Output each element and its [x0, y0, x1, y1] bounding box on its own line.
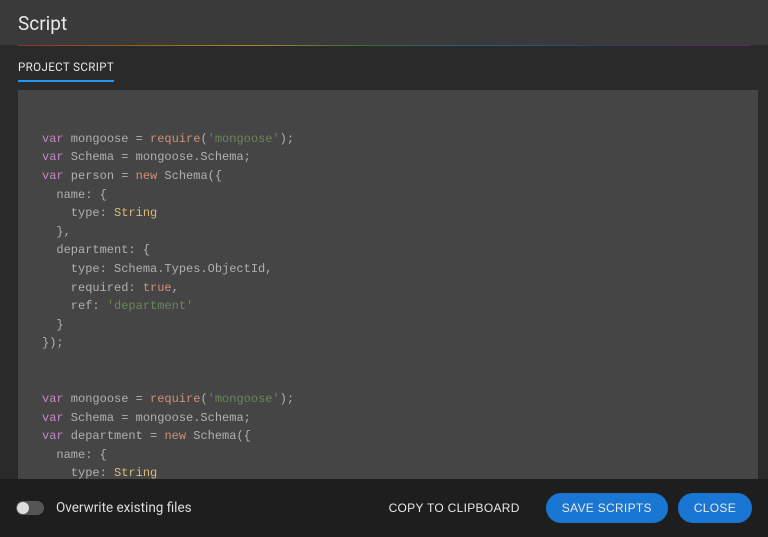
copy-to-clipboard-button[interactable]: COPY TO CLIPBOARD	[373, 493, 536, 523]
code-text: department: {	[42, 243, 150, 257]
close-button[interactable]: CLOSE	[678, 493, 752, 523]
toggle-knob	[17, 502, 29, 514]
dialog-title: Script	[18, 12, 67, 35]
save-scripts-button[interactable]: SAVE SCRIPTS	[546, 493, 668, 523]
code-text: );	[280, 392, 294, 406]
code-text: );	[280, 132, 294, 146]
code-text: });	[42, 336, 64, 350]
code-keyword: var	[42, 132, 64, 146]
editor-container: var mongoose = require('mongoose'); var …	[18, 90, 758, 479]
code-text: person =	[64, 169, 136, 183]
code-editor[interactable]: var mongoose = require('mongoose'); var …	[18, 90, 758, 479]
code-new: new	[136, 169, 158, 183]
overwrite-toggle-label: Overwrite existing files	[56, 500, 192, 516]
code-text: type: Schema.Types.ObjectId,	[42, 262, 272, 276]
code-fn: require	[150, 132, 200, 146]
code-bool: true	[143, 281, 172, 295]
code-keyword: var	[42, 429, 64, 443]
code-keyword: var	[42, 392, 64, 406]
code-text: }	[42, 318, 64, 332]
code-text: },	[42, 225, 71, 239]
code-keyword: var	[42, 169, 64, 183]
code-text: Schema({	[157, 169, 222, 183]
code-text: ,	[172, 281, 179, 295]
code-text: name: {	[42, 188, 107, 202]
tab-bar: PROJECT SCRIPT	[0, 46, 768, 82]
code-text: Schema = mongoose.Schema;	[64, 150, 251, 164]
code-text: mongoose =	[64, 392, 150, 406]
overwrite-toggle[interactable]	[16, 501, 44, 515]
code-keyword: var	[42, 150, 64, 164]
code-text: required:	[42, 281, 143, 295]
code-new: new	[164, 429, 186, 443]
code-text: name: {	[42, 448, 107, 462]
tab-project-script[interactable]: PROJECT SCRIPT	[18, 56, 114, 82]
code-text: (	[200, 392, 207, 406]
code-text: Schema = mongoose.Schema;	[64, 411, 251, 425]
code-keyword: var	[42, 411, 64, 425]
code-text: Schema({	[186, 429, 251, 443]
code-type: String	[114, 206, 157, 220]
code-string: 'department'	[107, 299, 193, 313]
code-text: (	[200, 132, 207, 146]
dialog-header: Script	[0, 0, 768, 45]
rainbow-divider	[18, 45, 750, 46]
tab-label: PROJECT SCRIPT	[18, 60, 114, 74]
code-text: department =	[64, 429, 165, 443]
code-text: type:	[42, 466, 114, 479]
code-text: ref:	[42, 299, 107, 313]
code-text: mongoose =	[64, 132, 150, 146]
footer: Overwrite existing files COPY TO CLIPBOA…	[0, 479, 768, 537]
code-type: String	[114, 466, 157, 479]
code-text: type:	[42, 206, 114, 220]
code-string: 'mongoose'	[208, 132, 280, 146]
code-string: 'mongoose'	[208, 392, 280, 406]
code-fn: require	[150, 392, 200, 406]
